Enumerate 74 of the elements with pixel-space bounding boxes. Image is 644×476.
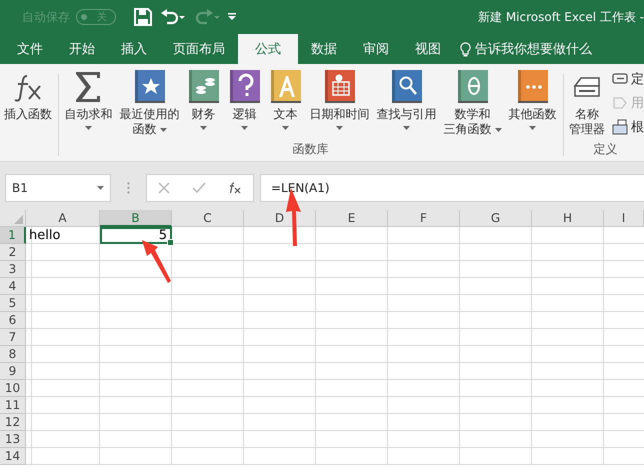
name-box[interactable]: B1 bbox=[5, 174, 111, 202]
column-header[interactable]: E bbox=[316, 210, 388, 227]
ribbon-button[interactable]: 其他函数 bbox=[506, 70, 558, 137]
ribbon-button[interactable]: 日期和时间 bbox=[308, 70, 372, 137]
fill-handle[interactable] bbox=[167, 239, 174, 246]
ribbon-button[interactable]: 查找与引用 bbox=[374, 70, 438, 137]
function-icon bbox=[13, 72, 43, 102]
row-header[interactable]: 13 bbox=[0, 431, 26, 448]
book-coins-icon bbox=[186, 70, 220, 104]
column-header[interactable]: C bbox=[172, 210, 244, 227]
column-header[interactable]: F bbox=[388, 210, 460, 227]
caret-icon bbox=[97, 186, 104, 190]
tell-me-box[interactable]: 告诉我你想要做什么 bbox=[460, 34, 592, 64]
lightbulb-icon bbox=[460, 42, 471, 56]
ribbon-tab[interactable]: 视图 bbox=[402, 34, 454, 64]
ribbon-button[interactable]: 数学和 三角函数 bbox=[442, 70, 504, 137]
group-label: 定义 bbox=[594, 141, 618, 158]
row-header[interactable]: 7 bbox=[0, 329, 26, 346]
autosave-label: 自动保存 bbox=[22, 8, 70, 26]
row-header[interactable]: 12 bbox=[0, 414, 26, 431]
ribbon-button[interactable]: 自动求和 bbox=[62, 70, 114, 137]
formula-field[interactable]: =LEN(A1) bbox=[260, 174, 644, 202]
row-header[interactable]: 5 bbox=[0, 295, 26, 312]
row-header[interactable]: 10 bbox=[0, 380, 26, 397]
book-dots-icon bbox=[516, 70, 550, 104]
row-header[interactable]: 11 bbox=[0, 397, 26, 414]
book-question-icon bbox=[228, 70, 262, 104]
row-header[interactable]: 2 bbox=[0, 244, 26, 261]
row-header[interactable]: 8 bbox=[0, 346, 26, 363]
row-header[interactable]: 9 bbox=[0, 363, 26, 380]
column-header[interactable]: H bbox=[532, 210, 604, 227]
ribbon-tab[interactable]: 文件 bbox=[4, 34, 56, 64]
ribbon-button[interactable]: 财务 bbox=[184, 70, 222, 137]
row-header[interactable]: 1 bbox=[0, 227, 26, 244]
undo-icon[interactable] bbox=[160, 9, 186, 25]
book-magnifier-icon bbox=[390, 70, 424, 104]
window-title: 新建 Microsoft Excel 工作表 - bbox=[478, 8, 644, 26]
ribbon-tab[interactable]: 审阅 bbox=[350, 34, 402, 64]
column-header[interactable]: I bbox=[604, 210, 644, 227]
book-letter-icon bbox=[268, 70, 302, 104]
column-header[interactable]: G bbox=[460, 210, 532, 227]
book-calendar-icon bbox=[322, 70, 356, 104]
tag-icon bbox=[612, 95, 628, 111]
grip-icon bbox=[127, 182, 130, 194]
ribbon-tab[interactable]: 公式 bbox=[238, 34, 298, 64]
book-theta-icon bbox=[456, 70, 490, 104]
row-header[interactable]: 6 bbox=[0, 312, 26, 329]
table-cell: hello bbox=[26, 227, 100, 244]
ribbon-small-button[interactable]: 定 bbox=[612, 70, 644, 88]
column-header[interactable]: A bbox=[26, 210, 100, 227]
insert-function-icon[interactable] bbox=[228, 182, 242, 194]
column-header[interactable]: B bbox=[100, 210, 172, 227]
name-manager-button[interactable]: 名称 管理器 bbox=[567, 70, 607, 137]
column-header[interactable]: D bbox=[244, 210, 316, 227]
corner-triangle-icon bbox=[14, 215, 23, 224]
ribbon-tab[interactable]: 数据 bbox=[298, 34, 350, 64]
ribbon-button[interactable]: 最近使用的 函数 bbox=[118, 70, 182, 137]
insert-function-button[interactable]: 插入函数 bbox=[2, 70, 54, 122]
group-label: 函数库 bbox=[292, 141, 328, 158]
formula-text: =LEN(A1) bbox=[271, 181, 330, 195]
annotation-arrow bbox=[142, 240, 171, 283]
ribbon-tab[interactable]: 页面布局 bbox=[160, 34, 238, 64]
check-icon[interactable] bbox=[192, 182, 206, 194]
customize-icon[interactable] bbox=[228, 13, 236, 21]
ribbon-tab[interactable]: 开始 bbox=[56, 34, 108, 64]
row-header[interactable]: 14 bbox=[0, 448, 26, 465]
row-header[interactable]: 4 bbox=[0, 278, 26, 295]
table-icon bbox=[612, 119, 628, 135]
save-icon[interactable] bbox=[134, 8, 152, 26]
row-header[interactable]: 3 bbox=[0, 261, 26, 278]
ribbon-small-button[interactable]: 根 bbox=[612, 118, 644, 136]
ribbon-tab[interactable]: 插入 bbox=[108, 34, 160, 64]
ribbon-button[interactable]: 文本 bbox=[266, 70, 304, 137]
ribbon-button[interactable]: 逻辑 bbox=[226, 70, 264, 137]
